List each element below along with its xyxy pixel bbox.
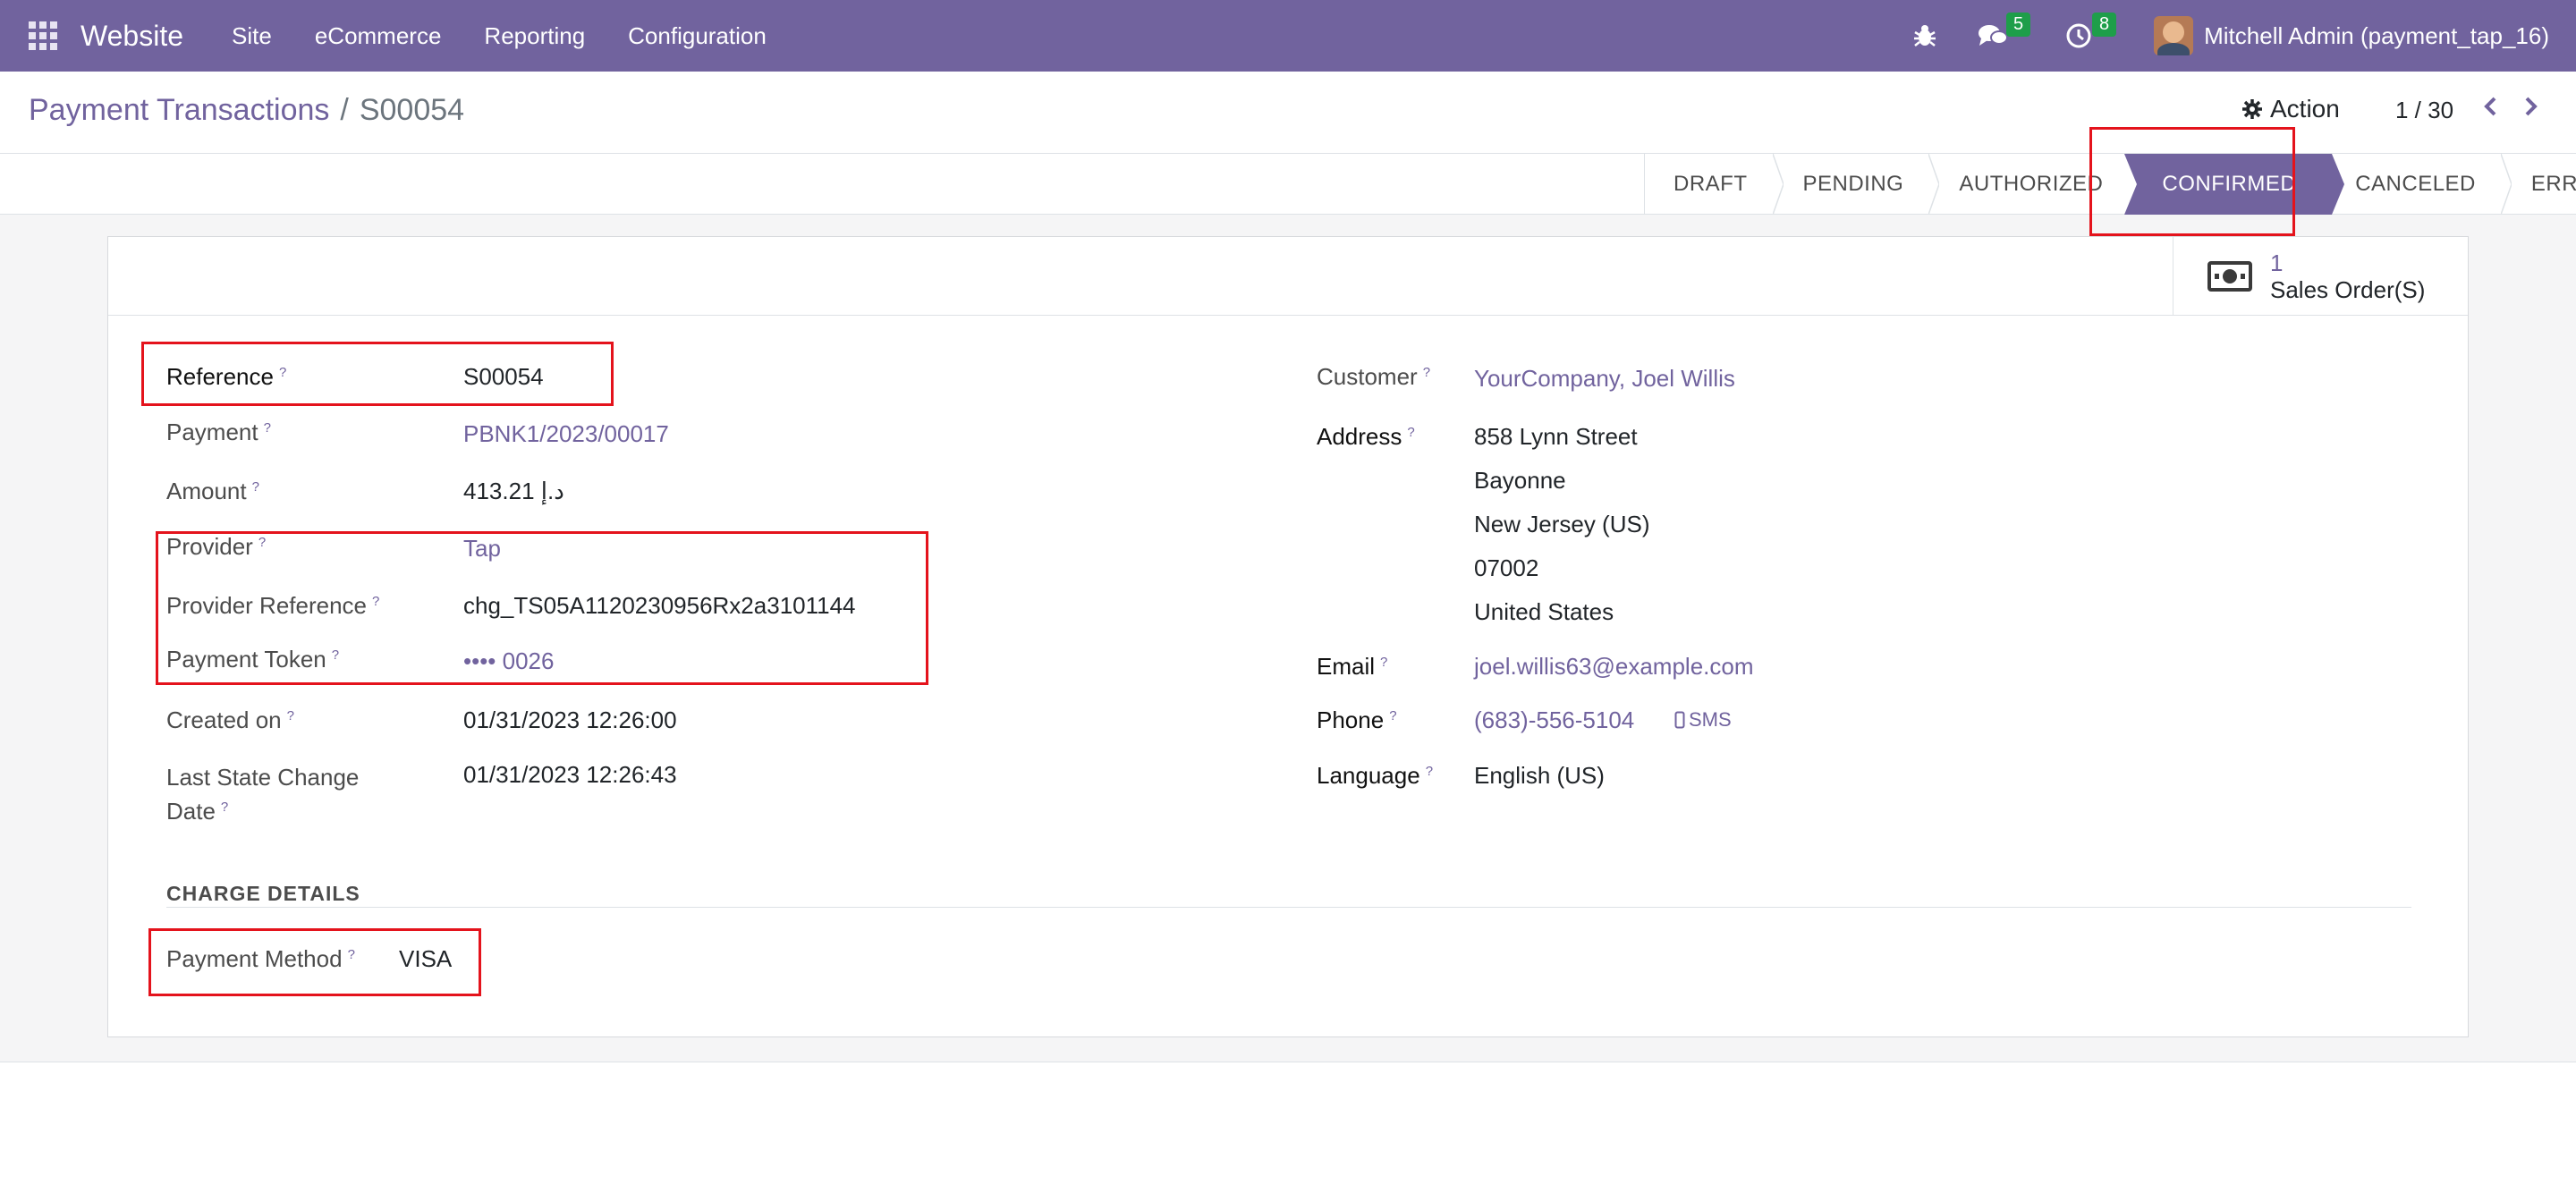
clock-icon[interactable]: 8 [2061, 13, 2117, 54]
menu-site[interactable]: Site [210, 22, 293, 50]
status-error[interactable]: ERROR [2503, 154, 2576, 215]
amount-label: Amount? [166, 478, 259, 504]
sales-orders-button[interactable]: 1 Sales Order(S) [2173, 237, 2468, 316]
customer-link[interactable]: YourCompany, Joel Willis [1474, 364, 1735, 393]
section-divider [166, 907, 2411, 908]
app-brand[interactable]: Website [80, 20, 183, 53]
breadcrumb-current: S00054 [359, 93, 465, 127]
bug-icon[interactable] [1907, 18, 1943, 54]
status-canceled-label: CANCELED [2355, 172, 2476, 196]
money-icon [2207, 261, 2252, 292]
chat-icon[interactable]: 5 [1975, 13, 2031, 54]
highlight-reference [141, 342, 614, 406]
gear-icon [2242, 99, 2262, 119]
user-menu[interactable]: Mitchell Admin (payment_tap_16) [2204, 22, 2549, 50]
highlight-confirmed [2089, 127, 2295, 236]
pager-value[interactable]: 1 / 30 [2395, 97, 2453, 124]
status-pending[interactable]: PENDING [1775, 154, 1940, 215]
language-label: Language? [1317, 762, 1434, 789]
messages-badge: 5 [2006, 13, 2031, 37]
activities-badge: 8 [2092, 13, 2117, 37]
email-link[interactable]: joel.willis63@example.com [1474, 652, 1754, 681]
payment-label: Payment? [166, 419, 271, 445]
sales-orders-count: 1 [2270, 250, 2284, 276]
mobile-icon [1674, 711, 1685, 729]
top-navbar: Website Site eCommerce Reporting Configu… [0, 0, 2576, 72]
email-label: Email? [1317, 653, 1388, 680]
button-box: 1 Sales Order(S) [108, 237, 2468, 316]
address-line-1: 858 Lynn Street [1474, 423, 1638, 450]
status-draft-label: DRAFT [1674, 172, 1748, 196]
action-button[interactable]: Action [2241, 95, 2340, 123]
sms-button[interactable]: SMS [1674, 708, 1732, 732]
last-state-change-value: 01/31/2023 12:26:43 [463, 761, 677, 788]
phone-link[interactable]: (683)-556-5104 [1474, 706, 1634, 734]
menu-reporting[interactable]: Reporting [462, 22, 606, 50]
address-line-5: United States [1474, 598, 1614, 625]
menu-ecommerce[interactable]: eCommerce [293, 22, 463, 50]
chevron-right-icon[interactable] [2517, 93, 2544, 120]
address-line-2: Bayonne [1474, 467, 1566, 494]
status-authorized-label: AUTHORIZED [1959, 172, 2104, 196]
sms-label: SMS [1689, 708, 1732, 731]
sales-orders-label: Sales Order(S) [2270, 276, 2426, 303]
language-value[interactable]: English (US) [1474, 761, 1605, 790]
charge-details-title: CHARGE DETAILS [166, 882, 360, 905]
action-label: Action [2270, 95, 2340, 123]
address-line-4: 07002 [1474, 554, 1539, 581]
customer-label: Customer? [1317, 363, 1431, 390]
address-label: Address? [1317, 423, 1415, 450]
breadcrumb: Payment Transactions / S00054 [29, 93, 464, 128]
menu-configuration[interactable]: Configuration [606, 22, 788, 50]
highlight-payment-method [148, 928, 481, 996]
created-on-value: 01/31/2023 12:26:00 [463, 706, 677, 733]
address-line-3: New Jersey (US) [1474, 511, 1650, 537]
avatar[interactable] [2154, 16, 2194, 55]
breadcrumb-payment-transactions[interactable]: Payment Transactions [29, 93, 329, 128]
breadcrumb-separator: / [340, 93, 349, 127]
chevron-left-icon[interactable] [2478, 93, 2504, 120]
highlight-provider-fields [156, 531, 928, 685]
apps-icon[interactable] [29, 21, 57, 50]
last-state-change-label: Last State Change Date? [166, 764, 360, 825]
status-error-label: ERROR [2530, 172, 2576, 196]
status-pending-label: PENDING [1802, 172, 1904, 196]
amount-value: 413.21 د.إ [463, 478, 564, 504]
status-draft[interactable]: DRAFT [1644, 154, 1784, 215]
pager-arrows [2478, 93, 2544, 120]
phone-label: Phone? [1317, 706, 1397, 733]
status-canceled[interactable]: CANCELED [2332, 154, 2512, 215]
created-on-label: Created on? [166, 706, 294, 733]
payment-link[interactable]: PBNK1/2023/00017 [463, 419, 669, 448]
